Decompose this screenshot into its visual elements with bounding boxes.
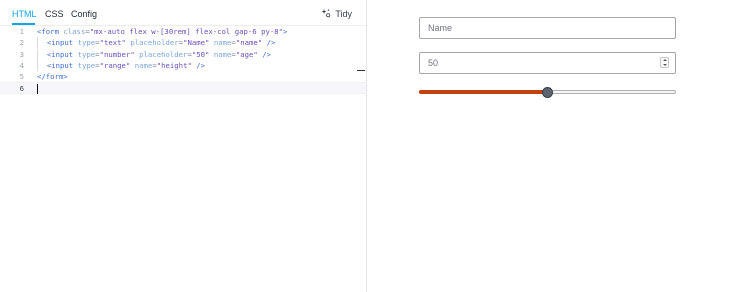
code-line[interactable]: 3 <input type="number" placeholder="50" … (0, 48, 366, 60)
code-token: "Name" (183, 38, 210, 48)
preview-pane (367, 0, 730, 292)
code-text: <input type="number" placeholder="50" na… (37, 48, 271, 60)
line-number: 5 (19, 72, 24, 82)
number-spinner-icon[interactable] (660, 57, 669, 68)
code-token: <input (46, 38, 74, 48)
code-token: placeholder (139, 49, 188, 59)
range-fill (419, 90, 547, 94)
tab-config[interactable]: Config (71, 9, 97, 19)
code-token: > (283, 27, 288, 36)
code-token: "mx-auto flex w-[30rem] flex-col gap-6 p… (89, 27, 284, 36)
code-text: <input type="text" placeholder="Name" na… (37, 37, 276, 49)
code-token: "age" (235, 49, 258, 59)
code-token: </form> (37, 72, 68, 82)
height-range-slider[interactable] (419, 86, 676, 98)
code-editor[interactable]: 1 <form class="mx-auto flex w-[30rem] fle… (0, 26, 366, 95)
tab-html[interactable]: HTML (12, 9, 37, 19)
text-caret (37, 84, 38, 95)
code-token: type (77, 38, 96, 48)
tab-css[interactable]: CSS (45, 9, 64, 19)
code-token: "50" (191, 49, 210, 59)
indent-guide (37, 37, 42, 49)
code-token: "text" (99, 38, 126, 48)
name-input[interactable] (419, 17, 676, 39)
code-text: <form class="mx-auto flex w-[30rem] flex… (37, 26, 287, 37)
code-token: name (213, 49, 232, 59)
line-number: 1 (19, 27, 24, 36)
code-token: type (77, 49, 96, 59)
scrollbar-marker[interactable] (357, 70, 365, 71)
editor-pane: HTML CSS Config Tidy 1 <form class="mx-au… (0, 0, 366, 292)
age-field-wrapper (419, 52, 676, 74)
code-token: /> (196, 60, 206, 70)
code-token: "name" (235, 38, 263, 48)
code-token: <input (46, 49, 74, 59)
indent-guide (37, 59, 42, 71)
range-thumb[interactable] (542, 87, 553, 98)
sparkle-icon (321, 8, 331, 20)
code-line[interactable]: 5 </form> (0, 71, 366, 82)
age-number-input[interactable] (419, 52, 676, 74)
editor-tab-bar: HTML CSS Config Tidy (0, 0, 366, 26)
code-text: <input type="range" name="height" /> (37, 59, 206, 71)
code-token: name (213, 38, 232, 48)
code-line[interactable]: 4 <input type="range" name="height" /> (0, 59, 366, 71)
code-token: <form (37, 27, 59, 36)
code-token: <input (46, 60, 74, 70)
tidy-label: Tidy (335, 9, 352, 19)
code-token: "height" (156, 60, 192, 70)
line-number: 6 (19, 84, 24, 94)
code-line[interactable]: 1 <form class="mx-auto flex w-[30rem] fle… (0, 26, 366, 37)
code-token: /> (266, 38, 276, 48)
active-tab-indicator (12, 23, 35, 25)
code-token: /> (262, 49, 271, 59)
line-number: 4 (19, 60, 24, 70)
code-token: "number" (99, 49, 135, 59)
code-token: type (77, 60, 96, 70)
code-token: placeholder (130, 38, 179, 48)
code-line[interactable]: 6 (0, 82, 366, 95)
code-token: class (63, 27, 86, 36)
indent-guide (37, 48, 42, 60)
code-text: </form> (37, 71, 68, 82)
line-number: 2 (19, 38, 24, 48)
code-line[interactable]: 2 <input type="text" placeholder="Name" … (0, 37, 366, 49)
line-number: 3 (19, 49, 24, 59)
tidy-button[interactable]: Tidy (321, 8, 352, 20)
code-token: "range" (99, 60, 131, 70)
code-token: name (134, 60, 153, 70)
